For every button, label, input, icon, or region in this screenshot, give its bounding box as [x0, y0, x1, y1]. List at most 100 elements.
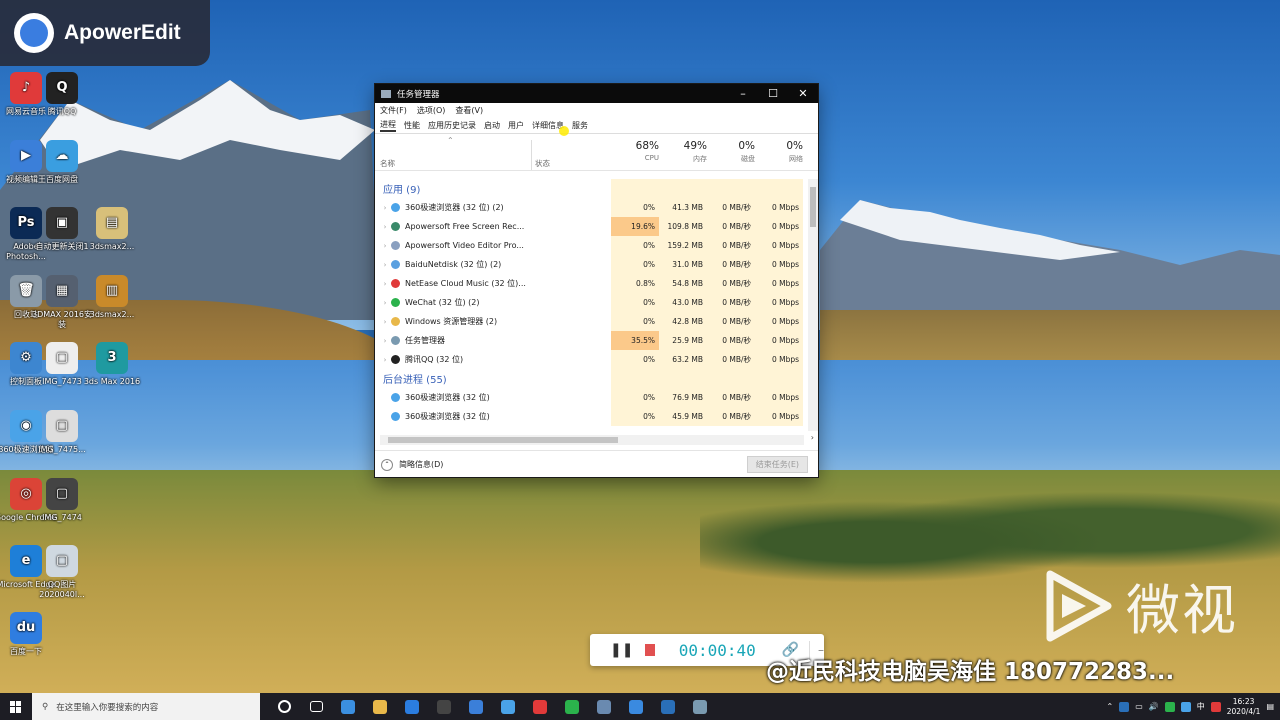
expand-chevron-icon[interactable]: › — [379, 318, 391, 326]
tab-processes[interactable]: 进程 — [380, 119, 396, 132]
disk-total: 0% — [738, 140, 755, 152]
stop-icon[interactable] — [645, 644, 655, 656]
system-tray: ⌃ ▭ 🔊 中 16:23 2020/4/1 ▤ — [1107, 697, 1280, 717]
desktop-icon[interactable]: ▢ IMG_7475... — [30, 410, 94, 455]
end-task-button[interactable]: 结束任务(E) — [746, 456, 808, 473]
ime-indicator[interactable]: 中 — [1197, 701, 1205, 712]
menu-bar: 文件(F) 选项(O) 查看(V) — [375, 103, 818, 117]
network-icon[interactable]: ▭ — [1135, 702, 1143, 711]
chevron-up-icon[interactable]: ⌃ — [381, 458, 393, 471]
process-row[interactable]: › Apowersoft Video Editor Pro... 0% 159.2 M… — [375, 236, 808, 255]
column-disk[interactable]: 0% 磁盘 — [707, 140, 755, 164]
process-row[interactable]: › 任务管理器 35.5% 25.9 MB 0 MB/秒 0 Mbps — [375, 331, 808, 350]
taskbar-app-icon[interactable] — [460, 693, 492, 720]
column-cpu[interactable]: 68% CPU — [611, 140, 659, 162]
taskbar-app-icon[interactable] — [556, 693, 588, 720]
desktop-icon-label: QQ图片2020040l... — [39, 580, 85, 599]
sogou-tray-icon[interactable] — [1210, 701, 1221, 712]
task-manager-window[interactable]: 任务管理器 – ☐ ✕ 文件(F) 选项(O) 查看(V) 进程 性能 应用历史… — [375, 84, 818, 477]
process-icon — [391, 279, 400, 288]
process-row[interactable]: › Windows 资源管理器 (2) 0% 42.8 MB 0 MB/秒 0 Mbps — [375, 312, 808, 331]
desktop-icon[interactable]: ▥ 3dsmax2... — [80, 275, 144, 320]
expand-chevron-icon[interactable]: › — [379, 261, 391, 269]
process-row[interactable]: › WeChat (32 位) (2) 0% 43.0 MB 0 MB/秒 0 Mbps — [375, 293, 808, 312]
desktop-icon[interactable]: du 百度一下 — [0, 612, 58, 657]
maximize-button[interactable]: ☐ — [758, 84, 788, 103]
process-disk-value: 0 MB/秒 — [707, 274, 755, 293]
taskbar-app-icon[interactable] — [492, 693, 524, 720]
expand-chevron-icon[interactable]: › — [379, 299, 391, 307]
volume-icon[interactable]: 🔊 — [1149, 702, 1159, 711]
pause-icon[interactable]: ❚❚ — [610, 642, 633, 658]
task-view-icon[interactable] — [300, 693, 332, 720]
tab-services[interactable]: 服务 — [572, 120, 588, 131]
tab-performance[interactable]: 性能 — [404, 120, 420, 131]
desktop-app-icon: Q — [46, 72, 78, 104]
process-disk-value: 0 MB/秒 — [707, 217, 755, 236]
notification-icon[interactable]: ▤ — [1266, 702, 1274, 711]
qq-tray-icon[interactable] — [1180, 701, 1191, 712]
process-mem-value: 41.3 MB — [659, 198, 707, 217]
process-list[interactable]: 应用 (9) › 360极速浏览器 (32 位) (2) 0% 41.3 MB 0 MB/… — [375, 179, 808, 431]
column-name[interactable]: 名称 — [380, 158, 395, 169]
column-memory[interactable]: 49% 内存 — [659, 140, 707, 164]
memory-total: 49% — [683, 140, 707, 152]
menu-view[interactable]: 查看(V) — [455, 105, 483, 116]
clock[interactable]: 16:23 2020/4/1 — [1227, 697, 1261, 717]
desktop-icon[interactable]: ☁ 百度网盘 — [30, 140, 94, 185]
menu-file[interactable]: 文件(F) — [380, 105, 407, 116]
start-button[interactable] — [0, 693, 32, 720]
process-mem-value: 42.8 MB — [659, 312, 707, 331]
horizontal-scrollbar[interactable]: › — [380, 433, 814, 445]
tab-app-history[interactable]: 应用历史记录 — [428, 120, 476, 131]
menu-options[interactable]: 选项(O) — [417, 105, 446, 116]
minimize-button[interactable]: – — [728, 84, 758, 103]
expand-chevron-icon[interactable]: › — [379, 204, 391, 212]
fewer-details-link[interactable]: 简略信息(D) — [399, 459, 443, 470]
taskbar-app-icon[interactable] — [428, 693, 460, 720]
weishi-watermark: 微视 — [1046, 566, 1238, 645]
taskbar-search[interactable]: ⚲ 在这里输入你要搜索的内容 — [32, 693, 260, 720]
desktop-icon[interactable]: 3 3ds Max 2016 — [80, 342, 144, 387]
title-bar[interactable]: 任务管理器 – ☐ ✕ — [375, 84, 818, 103]
expand-chevron-icon[interactable]: › — [379, 337, 391, 345]
scroll-right-icon[interactable]: › — [811, 433, 814, 442]
cortana-icon[interactable] — [268, 693, 300, 720]
taskbar-app-icon[interactable] — [652, 693, 684, 720]
process-row[interactable]: › NetEase Cloud Music (32 位)... 0.8% 54.8 M… — [375, 274, 808, 293]
expand-chevron-icon[interactable]: › — [379, 356, 391, 364]
taskbar-app-icon[interactable] — [684, 693, 716, 720]
cpu-total: 68% — [635, 140, 659, 152]
expand-chevron-icon[interactable]: › — [379, 223, 391, 231]
process-row[interactable]: 360极速浏览器 (32 位) 0% 76.9 MB 0 MB/秒 0 Mbps — [375, 388, 808, 407]
desktop-icon[interactable]: ▤ 3dsmax2... — [80, 207, 144, 252]
process-row[interactable]: 360极速浏览器 (32 位) 0% 45.9 MB 0 MB/秒 0 Mbps — [375, 407, 808, 426]
tray-chevron-icon[interactable]: ⌃ — [1107, 702, 1114, 711]
column-network[interactable]: 0% 网络 — [755, 140, 803, 164]
desktop-icon[interactable]: ▢ IMG_7474 — [30, 478, 94, 523]
expand-chevron-icon[interactable]: › — [379, 280, 391, 288]
close-button[interactable]: ✕ — [788, 84, 818, 103]
taskbar-app-icon[interactable] — [396, 693, 428, 720]
column-status[interactable]: 状态 — [535, 158, 550, 169]
wechat-tray-icon[interactable] — [1164, 701, 1175, 712]
process-name: Windows 资源管理器 (2) — [405, 317, 498, 326]
taskbar-app-icon[interactable] — [588, 693, 620, 720]
memory-label: 内存 — [693, 155, 707, 163]
tray-app-icon[interactable] — [1119, 701, 1130, 712]
process-row[interactable]: › 腾讯QQ (32 位) 0% 63.2 MB 0 MB/秒 0 Mbps — [375, 350, 808, 369]
desktop-icon[interactable]: ▢ QQ图片2020040l... — [30, 545, 94, 600]
taskbar-app-icon[interactable] — [620, 693, 652, 720]
taskbar-app-icon[interactable] — [524, 693, 556, 720]
taskbar-app-icon[interactable] — [332, 693, 364, 720]
taskbar-app-icon[interactable] — [364, 693, 396, 720]
desktop-icon[interactable]: Q 腾讯QQ — [30, 72, 94, 117]
tab-startup[interactable]: 启动 — [484, 120, 500, 131]
apoweredit-badge: ApowerEdit — [0, 0, 210, 66]
process-row[interactable]: › 360极速浏览器 (32 位) (2) 0% 41.3 MB 0 MB/秒 0 Mbp… — [375, 198, 808, 217]
process-row[interactable]: › BaiduNetdisk (32 位) (2) 0% 31.0 MB 0 MB/秒 0… — [375, 255, 808, 274]
process-row[interactable]: › Apowersoft Free Screen Rec... 19.6% 109.8… — [375, 217, 808, 236]
expand-chevron-icon[interactable]: › — [379, 242, 391, 250]
vertical-scrollbar[interactable] — [808, 179, 818, 431]
tab-users[interactable]: 用户 — [508, 120, 524, 131]
